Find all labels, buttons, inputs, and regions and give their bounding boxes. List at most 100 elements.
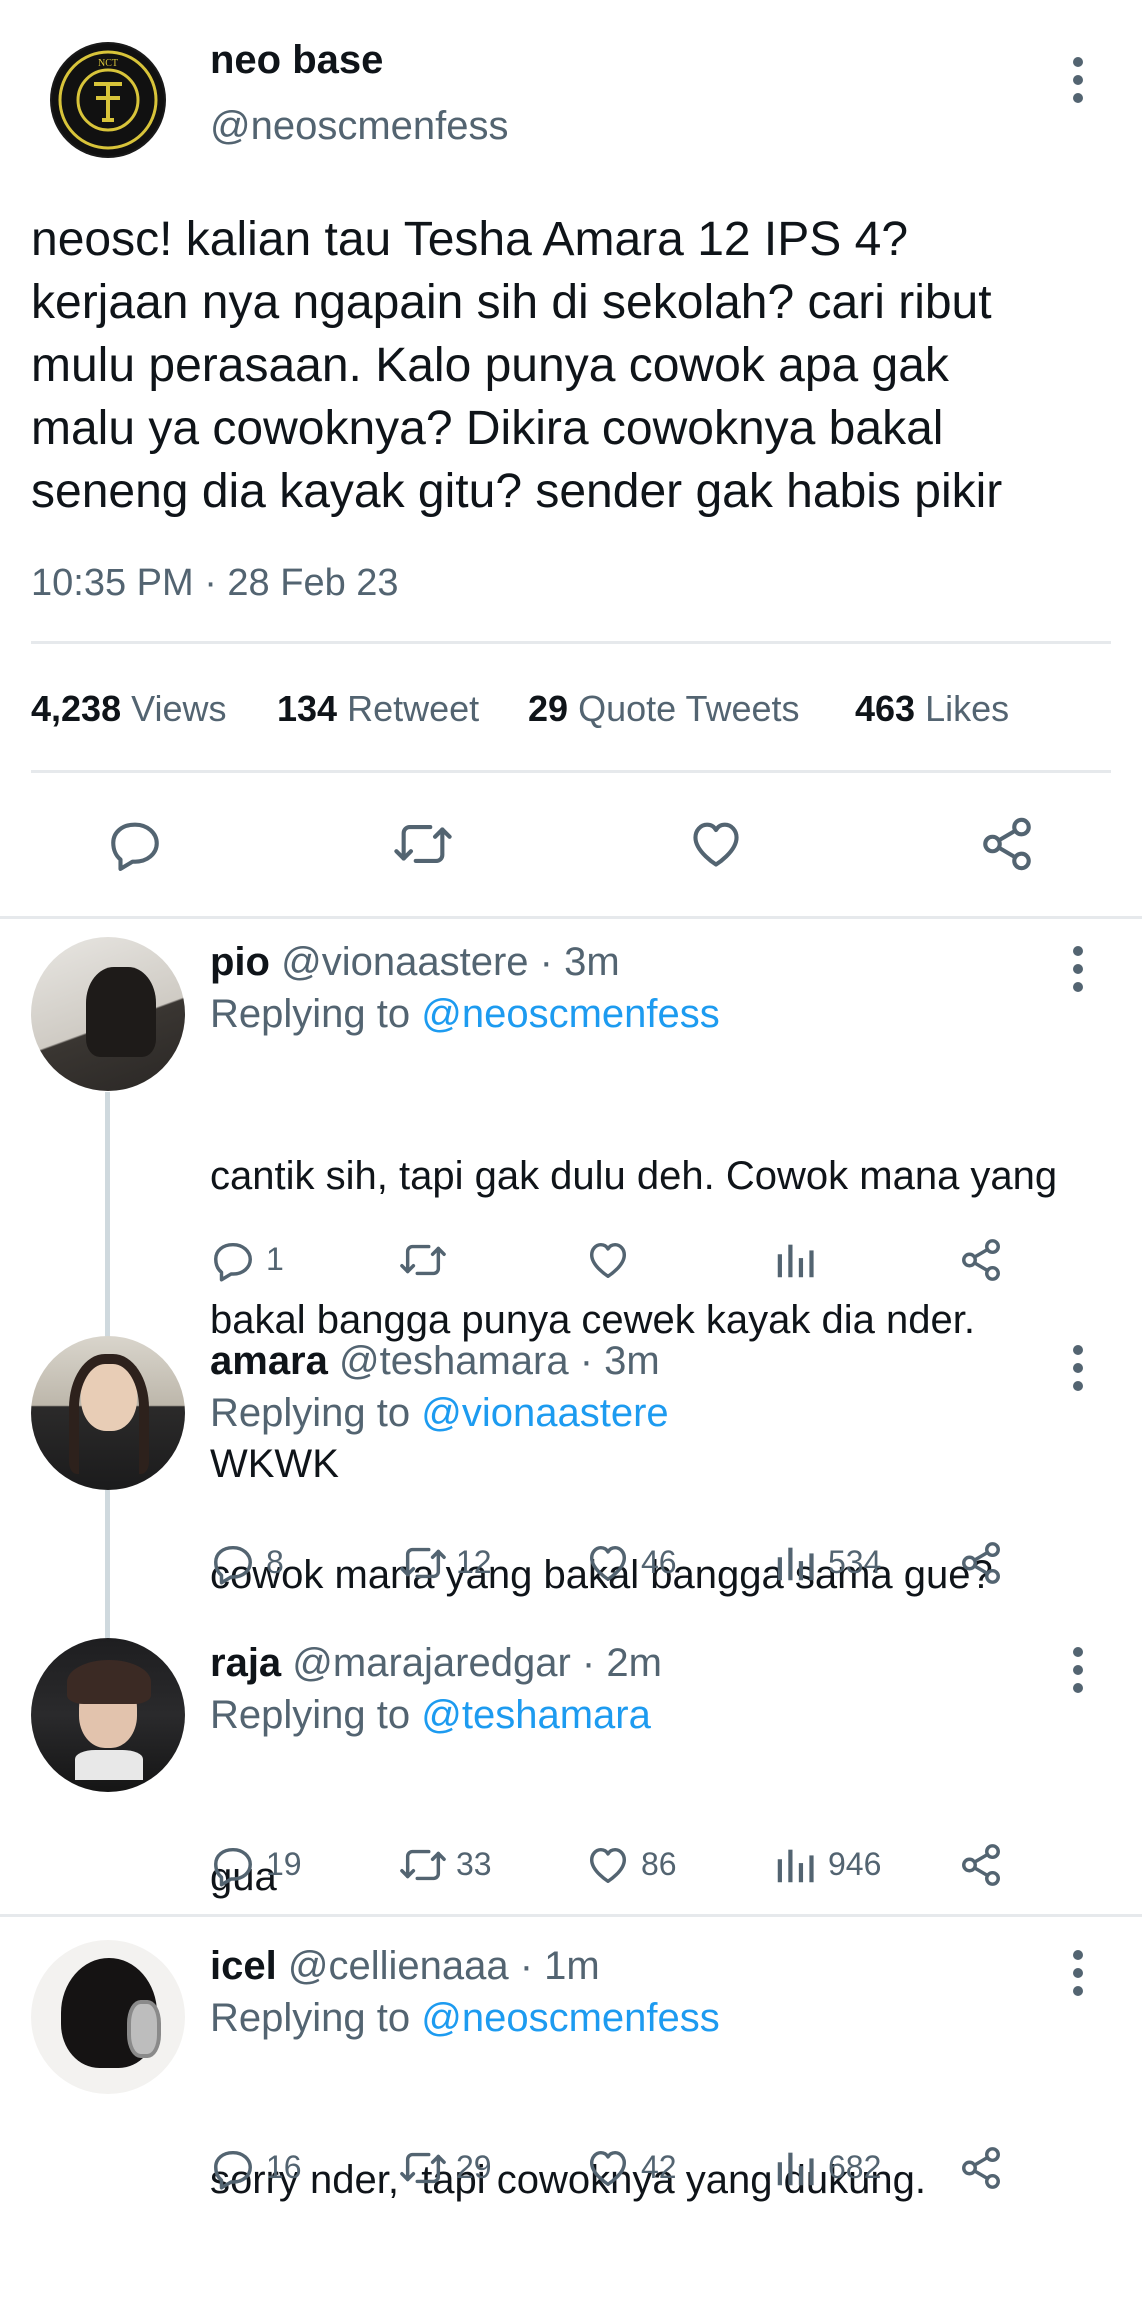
views-count: 946 [828,1846,882,1882]
retweets-count: 134 [277,688,338,729]
author-avatar[interactable]: NCT [50,42,166,158]
nct-logo-icon: NCT [52,44,164,156]
retweet-count: 12 [456,1544,492,1580]
views-count: 4,238 [31,688,122,729]
reply-time[interactable]: · 1m [520,1944,600,1988]
reply-icon[interactable] [106,815,164,873]
reply-name[interactable]: amara [210,1339,328,1383]
retweet-count: 33 [456,1846,492,1882]
views-stat[interactable]: 4,238 Views [31,688,227,730]
reply-icon[interactable] [210,1540,256,1586]
like-icon[interactable] [584,1842,632,1888]
reply-name[interactable]: icel [210,1944,277,1988]
more-options-icon[interactable] [1073,57,1083,103]
tweet-body: neosc! kalian tau Tesha Amara 12 IPS 4? … [31,208,1121,523]
divider [31,770,1111,773]
replying-label: Replying to [210,1996,411,2040]
reply-count: 1 [266,1241,284,1277]
reply-line: sorry nder, tapi cowoknya yang dukung. [210,2158,926,2202]
reply-count: 8 [266,1544,284,1580]
reply-time[interactable]: · 2m [582,1641,662,1685]
reply-time[interactable]: · 3m [540,940,620,984]
reply-count: 19 [266,1846,302,1882]
likes-count: 463 [855,688,916,729]
divider [0,1914,1142,1917]
replying-to-link[interactable]: @neoscmenfess [421,992,720,1036]
more-options-icon[interactable] [1073,1647,1083,1693]
views-label: Views [131,688,227,729]
more-options-icon[interactable] [1073,1950,1083,1996]
like-icon[interactable] [584,1237,632,1283]
views-icon[interactable] [772,2145,818,2191]
replying-label: Replying to [210,992,411,1036]
avatar[interactable] [31,1336,185,1490]
retweet-icon[interactable] [396,2145,450,2191]
share-icon[interactable] [978,815,1036,873]
avatar[interactable] [31,1940,185,2094]
share-icon[interactable] [958,1540,1004,1586]
reply-icon[interactable] [210,2145,256,2191]
replying-to-link[interactable]: @neoscmenfess [421,1996,720,2040]
replying-label: Replying to [210,1693,411,1737]
reply-line: bakal bangga punya cewek kayak dia nder. [210,1298,975,1342]
reply-handle[interactable]: @teshamara [339,1339,569,1383]
views-icon[interactable] [772,1842,818,1888]
like-icon[interactable] [584,1540,632,1586]
retweet-icon[interactable] [396,1540,450,1586]
quotes-count: 29 [528,688,569,729]
reply-line: cantik sih, tapi gak dulu deh. Cowok man… [210,1154,1058,1198]
replying-to-link[interactable]: @teshamara [421,1693,651,1737]
share-icon[interactable] [958,1842,1004,1888]
reply-icon[interactable] [210,1237,256,1283]
share-icon[interactable] [958,1237,1004,1283]
retweet-icon[interactable] [396,1842,450,1888]
reply-name[interactable]: raja [210,1641,281,1685]
replying-label: Replying to [210,1391,411,1435]
reply-name[interactable]: pio [210,940,270,984]
tweet-line: mulu perasaan. Kalo punya cowok apa gak [31,339,949,392]
avatar[interactable] [31,1638,185,1792]
divider [0,916,1142,919]
like-count: 46 [641,1544,677,1580]
reply-count: 16 [266,2149,302,2185]
share-icon[interactable] [958,2145,1004,2191]
retweets-stat[interactable]: 134 Retweet [277,688,479,730]
tweet-line: neosc! kalian tau Tesha Amara 12 IPS 4? [31,213,909,266]
tweet-line: malu ya cowoknya? Dikira cowoknya bakal [31,402,944,455]
more-options-icon[interactable] [1073,946,1083,992]
views-count: 682 [828,2149,882,2185]
reply-text: sorry nder, tapi cowoknya yang dukung. [210,2060,926,2300]
tweet-timestamp[interactable]: 10:35 PM · 28 Feb 23 [31,562,399,605]
logo-text: NCT [98,58,118,69]
like-icon[interactable] [584,2145,632,2191]
likes-label: Likes [925,688,1010,729]
tweet-line: seneng dia kayak gitu? sender gak habis … [31,465,1003,518]
divider [31,641,1111,644]
like-icon[interactable] [686,815,746,873]
more-options-icon[interactable] [1073,1345,1083,1391]
reply-time[interactable]: · 3m [580,1339,660,1383]
views-count: 534 [828,1544,882,1580]
tweet-line: kerjaan nya ngapain sih di sekolah? cari… [31,276,992,329]
like-count: 42 [641,2149,677,2185]
thread-connector [105,1490,110,1638]
replying-to-link[interactable]: @vionaastere [421,1391,668,1435]
reply-icon[interactable] [210,1842,256,1888]
views-icon[interactable] [772,1540,818,1586]
avatar[interactable] [31,937,185,1091]
retweet-icon[interactable] [396,1237,450,1283]
quotes-label: Quote Tweets [578,688,800,729]
retweet-count: 29 [456,2149,492,2185]
retweet-icon[interactable] [390,815,456,873]
author-name[interactable]: neo base [210,38,383,83]
author-handle[interactable]: @neoscmenfess [210,104,509,149]
thread-connector [105,1092,110,1342]
reply-handle[interactable]: @vionaastere [281,940,528,984]
reply-handle[interactable]: @cellienaaa [288,1944,509,1988]
views-icon[interactable] [772,1237,818,1283]
quote-tweets-stat[interactable]: 29 Quote Tweets [528,688,800,730]
retweets-label: Retweet [347,688,480,729]
reply-handle[interactable]: @marajaredgar [292,1641,571,1685]
like-count: 86 [641,1846,677,1882]
likes-stat[interactable]: 463 Likes [855,688,1009,730]
